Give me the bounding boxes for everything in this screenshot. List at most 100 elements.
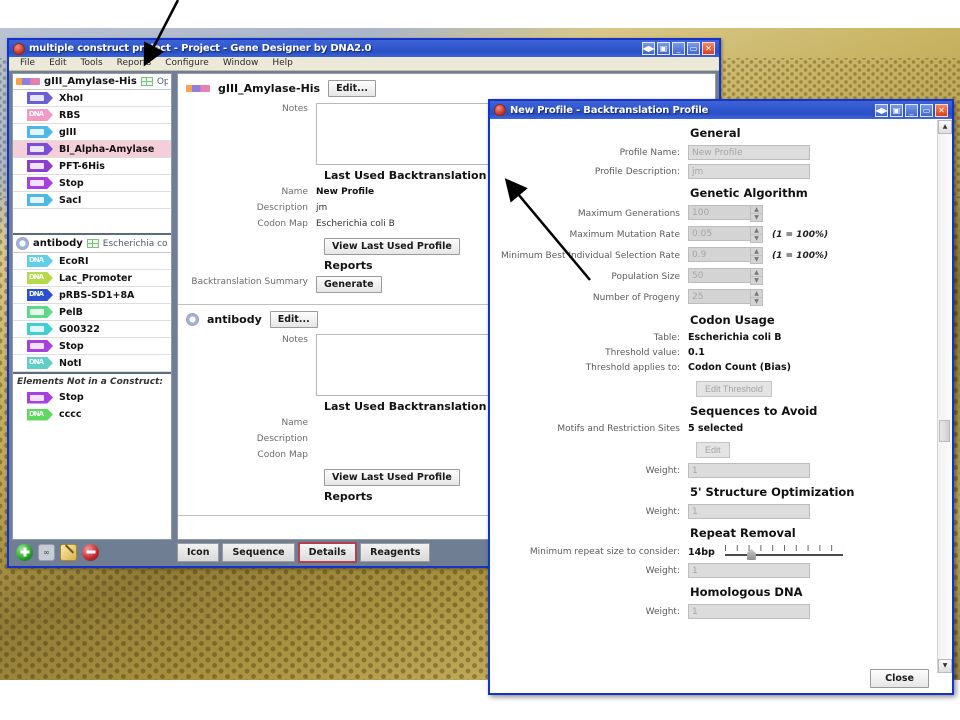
profile-name-input[interactable]: New Profile (688, 145, 810, 160)
spinner-arrows[interactable]: ▲ ▼ (750, 205, 763, 222)
menu-item-configure[interactable]: Configure (158, 57, 216, 70)
edit-button[interactable]: Edit... (328, 80, 377, 97)
list-item[interactable]: Stop (13, 175, 171, 192)
repeat-size-slider[interactable] (724, 545, 843, 560)
min-best-selection-rate-input[interactable]: 0.9 (688, 247, 750, 262)
main-menubar[interactable]: File Edit Tools Reports Configure Window… (9, 57, 719, 71)
construct-header-antibody[interactable]: antibody Escherichia coli B (13, 235, 171, 253)
spinner-down-icon[interactable]: ▼ (751, 277, 762, 284)
spinner-arrows[interactable]: ▲ ▼ (750, 268, 763, 285)
list-item[interactable]: PFT-6His (13, 158, 171, 175)
menu-item-reports[interactable]: Reports (110, 57, 159, 70)
tab-reagents[interactable]: Reagents (360, 542, 431, 562)
spinner-down-icon[interactable]: ▼ (751, 298, 762, 305)
remove-element-icon[interactable] (82, 543, 99, 561)
max-mutation-rate-input[interactable]: 0.05 (688, 226, 750, 241)
list-item[interactable]: gIII (13, 124, 171, 141)
spinner-arrows[interactable]: ▲ ▼ (750, 247, 763, 264)
list-item[interactable]: Stop (13, 338, 171, 355)
list-item[interactable]: DNA NotI (13, 355, 171, 372)
edit-threshold-button[interactable]: Edit Threshold (696, 381, 772, 397)
max-mutation-rate-stepper[interactable]: 0.05 ▲ ▼ (688, 226, 763, 243)
menu-item-file[interactable]: File (13, 57, 42, 70)
scroll-down-icon[interactable]: ▼ (938, 659, 952, 673)
view-tabs[interactable]: Icon Sequence Details Reagents (177, 541, 431, 563)
maximize-toggle-icon[interactable]: ▣ (657, 42, 670, 55)
scrollbar-thumb[interactable] (939, 420, 950, 442)
spinner-down-icon[interactable]: ▼ (751, 256, 762, 263)
spinner-arrows[interactable]: ▲ ▼ (750, 289, 763, 306)
tab-sequence[interactable]: Sequence (222, 542, 295, 562)
list-item-selected[interactable]: BI_Alpha-Amylase (13, 141, 171, 158)
min-best-selection-rate-stepper[interactable]: 0.9 ▲ ▼ (688, 247, 763, 264)
element-toolbar[interactable]: ∞ (12, 541, 172, 563)
structure-weight-input[interactable]: 1 (688, 504, 810, 519)
maximize-icon[interactable]: ▭ (920, 103, 933, 117)
dialog-window-buttons[interactable]: ◀▶ ▣ _ ▭ ✕ (875, 103, 950, 117)
list-item[interactable]: DNA RBS (13, 107, 171, 124)
menu-item-help[interactable]: Help (265, 57, 300, 70)
spinner-arrows[interactable]: ▲ ▼ (750, 226, 763, 243)
menu-item-window[interactable]: Window (216, 57, 266, 70)
list-item[interactable]: XhoI (13, 90, 171, 107)
slider-track[interactable] (724, 554, 843, 556)
notes-input[interactable] (316, 103, 516, 165)
spinner-up-icon[interactable]: ▲ (751, 290, 762, 298)
minimize-icon[interactable]: _ (672, 42, 685, 55)
construct-header-giii[interactable]: gIII_Amylase-His OptC (13, 74, 171, 90)
notes-input[interactable] (316, 334, 516, 396)
repeat-weight-input[interactable]: 1 (688, 563, 810, 578)
restore-size-icon[interactable]: ◀▶ (642, 42, 655, 55)
list-item[interactable]: DNA cccc (13, 406, 171, 423)
backtranslation-profile-dialog[interactable]: New Profile - Backtranslation Profile ◀▶… (488, 99, 954, 695)
tab-icon[interactable]: Icon (177, 542, 220, 562)
add-element-icon[interactable] (16, 543, 33, 561)
scroll-up-icon[interactable]: ▲ (938, 120, 952, 134)
close-icon[interactable]: ✕ (702, 42, 715, 55)
list-item[interactable]: DNA Lac_Promoter (13, 270, 171, 287)
list-item[interactable]: DNA pRBS-SD1+8A (13, 287, 171, 304)
spinner-down-icon[interactable]: ▼ (751, 235, 762, 242)
number-of-progeny-input[interactable]: 25 (688, 289, 750, 304)
maximize-toggle-icon[interactable]: ▣ (890, 103, 903, 117)
list-item[interactable]: DNA EcoRI (13, 253, 171, 270)
list-item[interactable]: G00322 (13, 321, 171, 338)
population-size-input[interactable]: 50 (688, 268, 750, 283)
close-button[interactable]: Close (870, 668, 929, 688)
menu-item-tools[interactable]: Tools (74, 57, 110, 70)
view-last-used-profile-button[interactable]: View Last Used Profile (324, 469, 460, 486)
spinner-up-icon[interactable]: ▲ (751, 269, 762, 277)
view-last-used-profile-button[interactable]: View Last Used Profile (324, 238, 460, 255)
dialog-titlebar[interactable]: New Profile - Backtranslation Profile ◀▶… (490, 101, 952, 119)
homologous-weight-input[interactable]: 1 (688, 604, 810, 619)
max-generations-input[interactable]: 100 (688, 205, 750, 220)
minimize-icon[interactable]: _ (905, 103, 918, 117)
list-item[interactable]: SacI (13, 192, 171, 209)
population-size-stepper[interactable]: 50 ▲ ▼ (688, 268, 763, 285)
link-element-icon[interactable]: ∞ (38, 543, 55, 561)
construct-tree-panel[interactable]: gIII_Amylase-His OptC XhoI DNA RBS gIII (12, 73, 172, 540)
maximize-icon[interactable]: ▭ (687, 42, 700, 55)
spinner-up-icon[interactable]: ▲ (751, 227, 762, 235)
list-item[interactable]: Stop (13, 389, 171, 406)
element-label: Stop (59, 392, 84, 403)
edit-button[interactable]: Edit... (269, 311, 318, 328)
main-window-buttons[interactable]: ◀▶ ▣ _ ▭ ✕ (642, 42, 717, 55)
tab-details[interactable]: Details (297, 541, 358, 563)
number-of-progeny-stepper[interactable]: 25 ▲ ▼ (688, 289, 763, 306)
restore-size-icon[interactable]: ◀▶ (875, 103, 888, 117)
dialog-scrollbar[interactable]: ▲ ▼ (937, 120, 952, 673)
main-window-titlebar[interactable]: multiple construct project - Project - G… (9, 40, 719, 57)
menu-item-edit[interactable]: Edit (42, 57, 73, 70)
close-icon[interactable]: ✕ (935, 103, 948, 117)
generate-report-button[interactable]: Generate (316, 276, 382, 293)
spinner-up-icon[interactable]: ▲ (751, 206, 762, 214)
spinner-up-icon[interactable]: ▲ (751, 248, 762, 256)
edit-element-icon[interactable] (60, 543, 77, 561)
max-generations-stepper[interactable]: 100 ▲ ▼ (688, 205, 763, 222)
edit-motifs-button[interactable]: Edit (696, 442, 730, 458)
profile-description-input[interactable]: jm (688, 164, 810, 179)
list-item[interactable]: PelB (13, 304, 171, 321)
spinner-down-icon[interactable]: ▼ (751, 214, 762, 221)
avoid-weight-input[interactable]: 1 (688, 463, 810, 478)
